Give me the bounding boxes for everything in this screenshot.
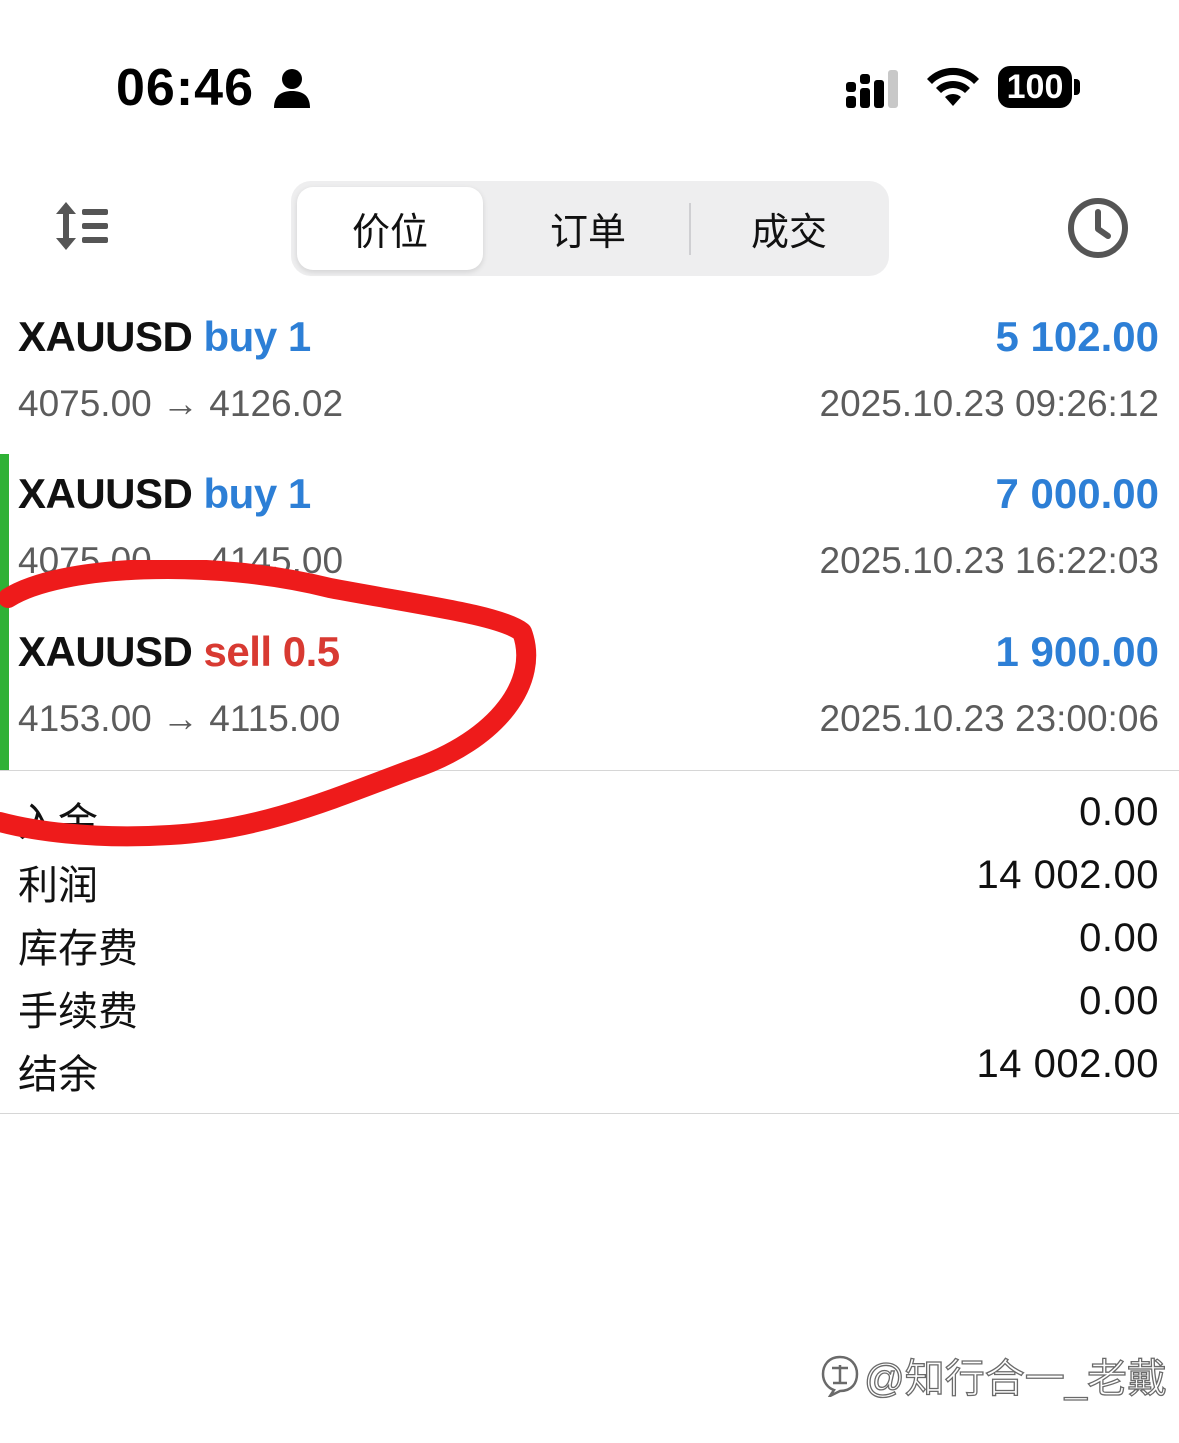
- period-segmented-control: 价位 订单 成交: [291, 181, 889, 276]
- summary-value: 0.00: [1079, 979, 1159, 1023]
- tab-price[interactable]: 价位: [297, 187, 483, 270]
- tab-divider: [689, 203, 691, 255]
- deal-side: buy 1: [203, 470, 312, 517]
- divider: [0, 1113, 1179, 1114]
- deal-profit: 1 900.00: [995, 628, 1160, 675]
- sort-icon[interactable]: [54, 200, 112, 252]
- battery-icon: 100: [998, 66, 1072, 108]
- deal-title: XAUUSD buy 1: [18, 313, 311, 361]
- signal-icon: [846, 70, 898, 108]
- deal-profit: 5 102.00: [995, 313, 1160, 360]
- summary-value: 14 002.00: [976, 853, 1159, 897]
- deal-profit: 7 000.00: [995, 470, 1160, 517]
- watermark-text: @知行合一_老戴: [863, 1356, 1167, 1401]
- summary-value: 0.00: [1079, 916, 1159, 960]
- summary-label: 手续费: [18, 990, 138, 1034]
- clock-icon[interactable]: [1066, 196, 1130, 260]
- deal-side: buy 1: [203, 313, 312, 360]
- deal-prices: 4075.00 → 4126.02: [18, 383, 344, 424]
- summary-value: 0.00: [1079, 790, 1159, 834]
- deal-time: 2025.10.23 16:22:03: [819, 540, 1160, 581]
- tab-deals[interactable]: 成交: [695, 187, 883, 270]
- tab-orders[interactable]: 订单: [491, 187, 685, 270]
- annotation-circle: [0, 560, 537, 847]
- deal-title: XAUUSD buy 1: [18, 470, 311, 518]
- deal-row[interactable]: XAUUSD buy 1 5 102.00 4075.00 → 4126.02 …: [0, 297, 1179, 455]
- deal-symbol: XAUUSD: [18, 470, 193, 517]
- deal-time: 2025.10.23 09:26:12: [819, 383, 1160, 424]
- summary-label: 库存费: [18, 927, 138, 971]
- summary-row-swap: 库存费 0.00: [0, 912, 1179, 975]
- summary-label: 结余: [18, 1053, 98, 1097]
- status-time: 06:46: [116, 59, 254, 117]
- summary-row-commission: 手续费 0.00: [0, 975, 1179, 1038]
- person-icon: [274, 69, 310, 108]
- summary-value: 14 002.00: [976, 1042, 1159, 1086]
- zhihu-logo-icon: [821, 1355, 859, 1397]
- battery-nub: [1074, 79, 1080, 95]
- summary-row-balance: 结余 14 002.00: [0, 1038, 1179, 1101]
- watermark: @知行合一_老戴: [820, 1346, 1168, 1404]
- deal-symbol: XAUUSD: [18, 313, 193, 360]
- deal-time: 2025.10.23 23:00:06: [819, 698, 1160, 739]
- wifi-icon: [927, 67, 979, 106]
